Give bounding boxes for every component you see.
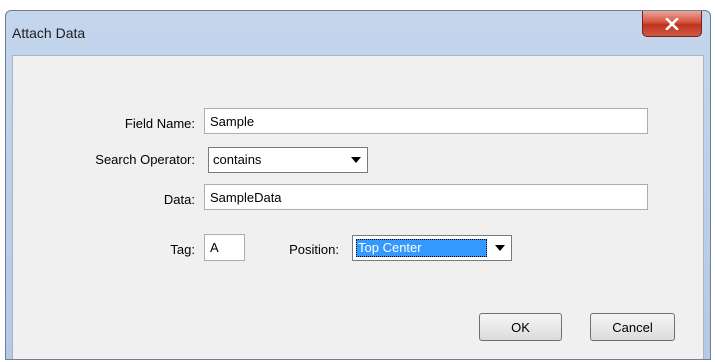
title-bar[interactable]: Attach Data: [6, 11, 710, 55]
position-label: Position:: [289, 242, 339, 257]
cancel-button[interactable]: Cancel: [590, 313, 675, 341]
position-select[interactable]: Top Center: [352, 235, 512, 261]
search-operator-value: contains: [213, 152, 262, 167]
ok-button[interactable]: OK: [479, 313, 562, 341]
field-name-label: Field Name:: [124, 116, 195, 131]
chevron-down-icon[interactable]: [347, 150, 365, 170]
data-label: Data:: [163, 192, 195, 207]
search-operator-select[interactable]: contains: [208, 147, 368, 173]
attach-data-dialog: Attach Data Field Name: Search Operator:…: [5, 10, 711, 360]
close-button[interactable]: [642, 11, 702, 37]
data-input[interactable]: [204, 184, 648, 210]
tag-label: Tag:: [170, 242, 195, 257]
close-icon: [665, 17, 679, 30]
position-value: Top Center: [356, 239, 487, 257]
dialog-body: Field Name: Search Operator: contains Da…: [12, 55, 704, 359]
field-name-input[interactable]: [204, 108, 648, 134]
chevron-down-icon[interactable]: [491, 238, 509, 258]
search-operator-label: Search Operator:: [95, 152, 195, 167]
tag-input[interactable]: [204, 234, 245, 261]
dialog-title: Attach Data: [12, 25, 86, 41]
